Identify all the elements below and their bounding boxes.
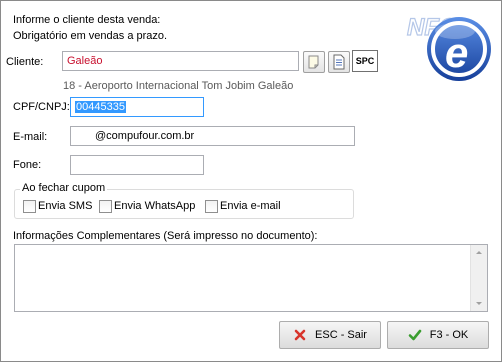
cliente-field[interactable]: Galeão — [62, 51, 299, 71]
close-icon — [294, 329, 306, 341]
ok-button[interactable]: F3 - OK — [387, 321, 489, 349]
cancel-button[interactable]: ESC - Sair — [279, 321, 381, 349]
fone-field[interactable] — [70, 155, 204, 175]
fone-label: Fone: — [13, 159, 42, 171]
info-label: Informações Complementares (Será impress… — [13, 230, 318, 242]
fechar-cupom-legend: Ao fechar cupom — [20, 182, 108, 194]
search-client-button[interactable] — [303, 51, 325, 73]
cpf-value: 00445335 — [75, 101, 126, 113]
email-label: E-mail: — [13, 131, 48, 143]
email-value: @compufour.com.br — [95, 130, 195, 142]
email-option-label[interactable]: Envia e-mail — [220, 200, 281, 212]
nfce-logo: NFC e — [397, 5, 497, 89]
logo-letter: e — [445, 29, 468, 76]
whatsapp-label[interactable]: Envia WhatsApp — [114, 200, 195, 212]
cliente-value: Galeão — [67, 55, 103, 67]
info-textarea[interactable] — [14, 244, 488, 312]
sms-checkbox[interactable] — [23, 200, 36, 213]
client-details-button[interactable] — [328, 51, 350, 73]
info-scrollbar[interactable] — [470, 245, 487, 311]
cliente-subtitle: 18 - Aeroporto Internacional Tom Jobim G… — [63, 80, 294, 92]
email-checkbox[interactable] — [205, 200, 218, 213]
header-line-2: Obrigatório em vendas a prazo. — [13, 30, 168, 42]
cpf-field[interactable]: 00445335 — [70, 97, 204, 117]
document-icon — [333, 54, 345, 70]
client-dialog: Informe o cliente desta venda: Obrigatór… — [0, 0, 502, 362]
cliente-label: Cliente: — [6, 56, 44, 68]
email-field[interactable]: @compufour.com.br — [70, 126, 355, 146]
cancel-button-label: ESC - Sair — [315, 329, 367, 341]
checkmark-icon — [408, 329, 422, 341]
sms-label[interactable]: Envia SMS — [38, 200, 92, 212]
note-icon — [308, 55, 319, 69]
cpf-label: CPF/CNPJ: — [13, 101, 70, 113]
spc-button[interactable]: SPC — [352, 50, 378, 72]
whatsapp-checkbox[interactable] — [99, 200, 112, 213]
ok-button-label: F3 - OK — [429, 329, 469, 341]
scroll-up-icon — [476, 251, 482, 254]
header-line-1: Informe o cliente desta venda: — [13, 14, 161, 26]
scroll-down-icon — [476, 302, 482, 305]
